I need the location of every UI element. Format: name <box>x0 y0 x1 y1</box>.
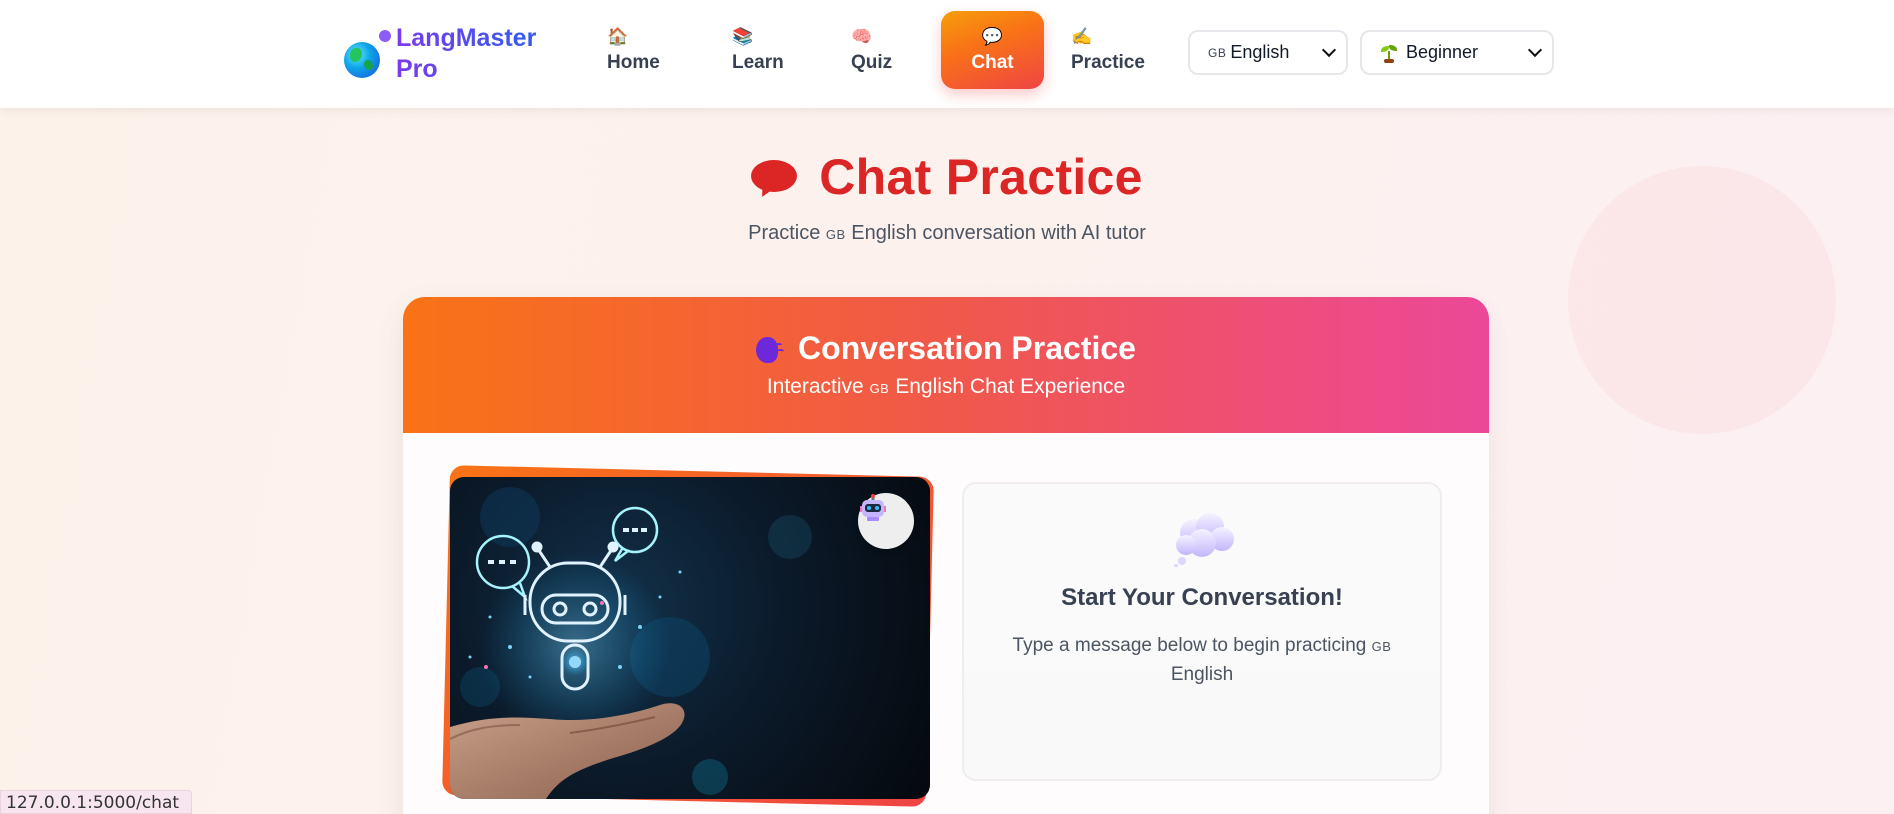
subtitle-text: Practice <box>748 222 821 244</box>
card-title: Conversation Practice <box>798 330 1136 366</box>
page-subtitle: Practice GB English conversation with AI… <box>0 222 1894 245</box>
nav-item-label: Chat <box>971 51 1014 73</box>
writing-hand-icon: ✍️ <box>1071 26 1093 46</box>
conversation-card: Conversation Practice Interactive GB Eng… <box>403 297 1489 814</box>
card-header: Conversation Practice Interactive GB Eng… <box>403 297 1489 433</box>
nav-item-learn[interactable]: 📚 Learn <box>732 11 792 89</box>
globe-icon <box>344 30 391 78</box>
robot-icon <box>858 493 914 549</box>
card-subtitle-text: English Chat Experience <box>895 375 1126 398</box>
subtitle-text: English conversation with AI tutor <box>851 222 1146 244</box>
decorative-circle <box>1568 166 1836 434</box>
nav-item-home[interactable]: 🏠 Home <box>607 11 667 89</box>
nav-item-quiz[interactable]: 🧠 Quiz <box>851 11 901 89</box>
start-description-text: Type a message below to begin practicing <box>1012 635 1367 656</box>
flag-gb-icon: GB <box>825 227 846 242</box>
brain-icon: 🧠 <box>851 26 873 46</box>
brand-logo[interactable]: LangMaster Pro <box>344 24 556 84</box>
house-icon: 🏠 <box>607 26 629 46</box>
language-select-value: English <box>1230 42 1290 62</box>
page-title: Chat Practice <box>0 148 1894 206</box>
start-description: Type a message below to begin practicing… <box>1004 632 1400 689</box>
speech-balloon-icon: 💬 <box>981 26 1004 46</box>
seedling-icon <box>1380 44 1398 63</box>
speech-bubble-icon <box>751 160 798 201</box>
language-select[interactable]: GB English <box>1188 30 1348 75</box>
books-icon: 📚 <box>732 26 754 46</box>
nav-item-label: Learn <box>732 51 784 73</box>
card-subtitle-text: Interactive <box>766 375 864 398</box>
level-select[interactable]: Beginner <box>1360 30 1554 75</box>
start-conversation-panel: Start Your Conversation! Type a message … <box>962 482 1442 781</box>
start-title: Start Your Conversation! <box>1061 584 1343 611</box>
nav-item-label: Quiz <box>851 51 893 73</box>
nav-item-practice[interactable]: ✍️ Practice <box>1071 11 1151 89</box>
nav-item-chat[interactable]: 💬 Chat <box>941 11 1044 89</box>
chevron-down-icon <box>1321 42 1337 58</box>
flag-gb-icon: GB <box>1371 639 1392 654</box>
robot-hand-illustration <box>450 477 930 799</box>
brand-name: LangMaster Pro <box>396 23 556 85</box>
flag-gb-icon: GB <box>1208 45 1227 60</box>
speaking-head-icon <box>756 335 785 363</box>
chevron-down-icon <box>1527 42 1543 58</box>
flag-gb-icon: GB <box>869 381 890 396</box>
ai-tutor-image <box>442 465 934 807</box>
start-description-text: English <box>1170 664 1234 685</box>
top-navbar: LangMaster Pro 🏠 Home 📚 Learn 🧠 Quiz 💬 C… <box>0 0 1894 108</box>
status-bar-url: 127.0.0.1:5000/chat <box>0 790 193 814</box>
nav-item-label: Home <box>607 51 660 73</box>
level-select-value: Beginner <box>1406 42 1479 62</box>
nav-item-label: Practice <box>1071 51 1145 73</box>
page-title-text: Chat Practice <box>819 149 1143 205</box>
thought-balloon-icon <box>1174 513 1234 567</box>
card-subtitle: Interactive GB English Chat Experience <box>403 375 1489 399</box>
